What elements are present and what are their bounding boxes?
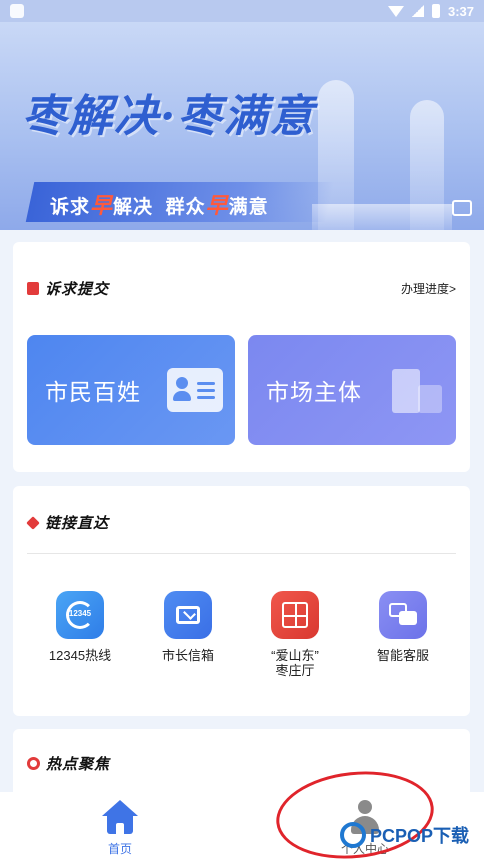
status-icons: 3:37 [387, 3, 474, 19]
banner-subtitle-text: 诉求 [50, 197, 91, 218]
id-card-icon [167, 368, 223, 412]
link-label: 市长信箱 [161, 648, 214, 663]
banner-highlight: 早 [90, 193, 114, 218]
target-icon [27, 757, 40, 770]
link-ai-shandong[interactable]: “爱山东” 枣庄厅 [240, 591, 350, 678]
layers-icon [26, 515, 40, 530]
seal-icon [271, 591, 319, 639]
nav-home-label: 首页 [107, 842, 132, 856]
market-label: 市场主体 [266, 379, 362, 405]
link-mayor-mailbox[interactable]: 市长信箱 [133, 591, 243, 663]
signal-icon [411, 5, 424, 17]
watermark: PCPOP下载 [340, 822, 469, 848]
progress-link[interactable]: 办理进度> [401, 280, 456, 297]
banner[interactable]: 枣解决·枣满意 诉求早解决 群众早满意 [0, 22, 484, 230]
complaint-card: 诉求提交 办理进度> 市民百姓 市场主体 [13, 242, 470, 472]
edit-icon [27, 282, 39, 295]
market-entity-button[interactable]: 市场主体 [248, 335, 456, 445]
hot-focus-header: 热点聚焦 [27, 753, 110, 774]
home-icon [102, 800, 138, 834]
status-time: 3:37 [447, 3, 474, 19]
watermark-text: PCPOP下载 [370, 826, 470, 846]
link-12345-hotline[interactable]: 12345 12345热线 [25, 591, 135, 663]
divider [27, 553, 456, 554]
complaint-header: 诉求提交 [27, 278, 109, 299]
link-label: 智能客服 [376, 648, 429, 663]
link-label: 12345热线 [48, 648, 112, 663]
citizen-label: 市民百姓 [45, 379, 141, 405]
wifi-icon [387, 5, 404, 17]
section-title: 诉求提交 [45, 281, 110, 298]
citizen-button[interactable]: 市民百姓 [27, 335, 235, 445]
banner-subtitle-text: 满意 [228, 197, 269, 218]
building-icon [392, 365, 442, 413]
camera-icon[interactable] [452, 200, 472, 216]
nav-home[interactable]: 首页 [90, 800, 150, 857]
watermark-logo-icon [340, 822, 366, 848]
building-graphic [312, 204, 452, 230]
banner-highlight: 早 [205, 193, 229, 218]
status-bar: 3:37 [0, 0, 484, 22]
hotline-icon: 12345 [56, 591, 104, 639]
banner-subtitle: 诉求早解决 群众早满意 [50, 188, 269, 220]
notification-icon [10, 4, 24, 18]
link-smart-service[interactable]: 智能客服 [348, 591, 458, 663]
banner-subtitle-text: 解决 群众 [113, 197, 206, 218]
hotline-icon-number: 12345 [68, 609, 92, 618]
link-label: “爱山东” 枣庄厅 [271, 648, 319, 678]
section-title: 链接直达 [45, 515, 110, 532]
links-header: 链接直达 [26, 512, 110, 533]
mail-icon [164, 591, 212, 639]
section-title: 热点聚焦 [46, 756, 111, 773]
chat-icon [379, 591, 427, 639]
banner-slogan: 枣解决·枣满意 [22, 91, 316, 142]
battery-icon [431, 4, 440, 18]
links-card: 链接直达 12345 12345热线 市长信箱 “爱山东” 枣庄厅 智能客服 [13, 486, 470, 716]
